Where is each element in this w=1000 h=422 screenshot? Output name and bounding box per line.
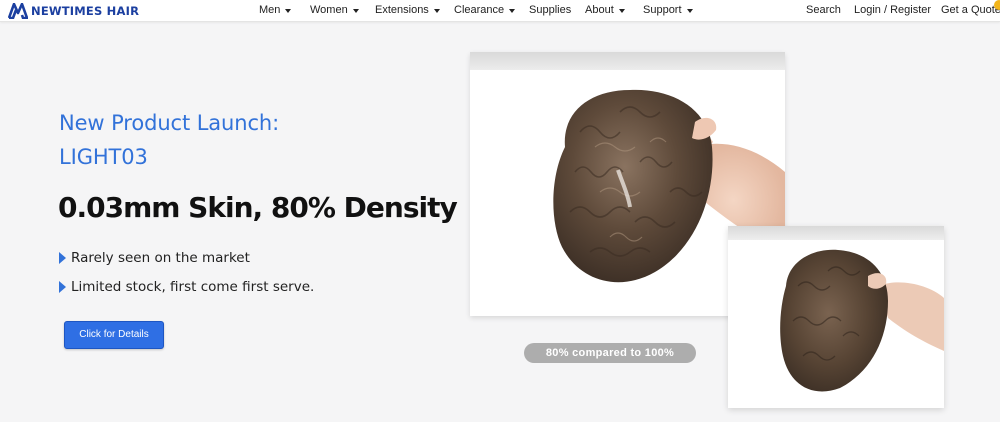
quote-badge-icon [994, 0, 1000, 10]
chevron-down-icon [433, 8, 440, 13]
nav-item-clearance[interactable]: Clearance [454, 4, 516, 16]
hero-headline: 0.03mm Skin, 80% Density [58, 191, 458, 224]
nav-item-label: Men [259, 4, 281, 16]
nav-item-label: Support [643, 4, 682, 16]
chevron-down-icon [686, 8, 693, 13]
chevron-down-icon [509, 8, 516, 13]
nav-item-support[interactable]: Support [643, 4, 693, 16]
chevron-down-icon [285, 8, 292, 13]
nav-item-extensions[interactable]: Extensions [375, 4, 440, 16]
brand-logo[interactable]: NEWTIMES HAIR [8, 3, 139, 19]
logo-mark-icon [8, 3, 28, 19]
login-register-link[interactable]: Login / Register [854, 4, 931, 16]
brand-name: NEWTIMES HAIR [31, 4, 140, 18]
chevron-down-icon [352, 8, 359, 13]
nav-item-label: Supplies [529, 4, 572, 16]
feature-bullet-text: Rarely seen on the market [71, 250, 250, 266]
click-for-details-button[interactable]: Click for Details [64, 321, 164, 349]
hero-title: New Product Launch: LIGHT03 [59, 106, 279, 174]
comparison-product-image[interactable] [728, 226, 944, 408]
hero-title-line1: New Product Launch: [59, 111, 280, 135]
nav-item-label: Clearance [454, 4, 505, 16]
nav-item-label: About [585, 4, 614, 16]
nav-item-men[interactable]: Men [259, 4, 292, 16]
nav-item-women[interactable]: Women [310, 4, 359, 16]
nav-item-supplies[interactable]: Supplies [529, 4, 571, 16]
comparison-caption: 80% compared to 100% [524, 343, 696, 363]
triangle-bullet-icon [59, 252, 66, 264]
feature-bullet: Rarely seen on the market [59, 250, 250, 266]
feature-bullet: Limited stock, first come first serve. [59, 279, 314, 295]
triangle-bullet-icon [59, 281, 66, 293]
get-a-quote-link[interactable]: Get a Quote [941, 4, 1000, 16]
feature-bullet-text: Limited stock, first come first serve. [71, 279, 315, 295]
chevron-down-icon [618, 8, 625, 13]
hair-system-photo-icon [780, 249, 944, 392]
nav-item-about[interactable]: About [585, 4, 625, 16]
nav-item-label: Extensions [375, 4, 429, 16]
hero-title-line2: LIGHT03 [59, 145, 148, 169]
nav-item-label: Women [310, 4, 348, 16]
search-link[interactable]: Search [806, 4, 841, 16]
top-navbar: NEWTIMES HAIR Men Women Extensions Clear… [0, 0, 1000, 22]
